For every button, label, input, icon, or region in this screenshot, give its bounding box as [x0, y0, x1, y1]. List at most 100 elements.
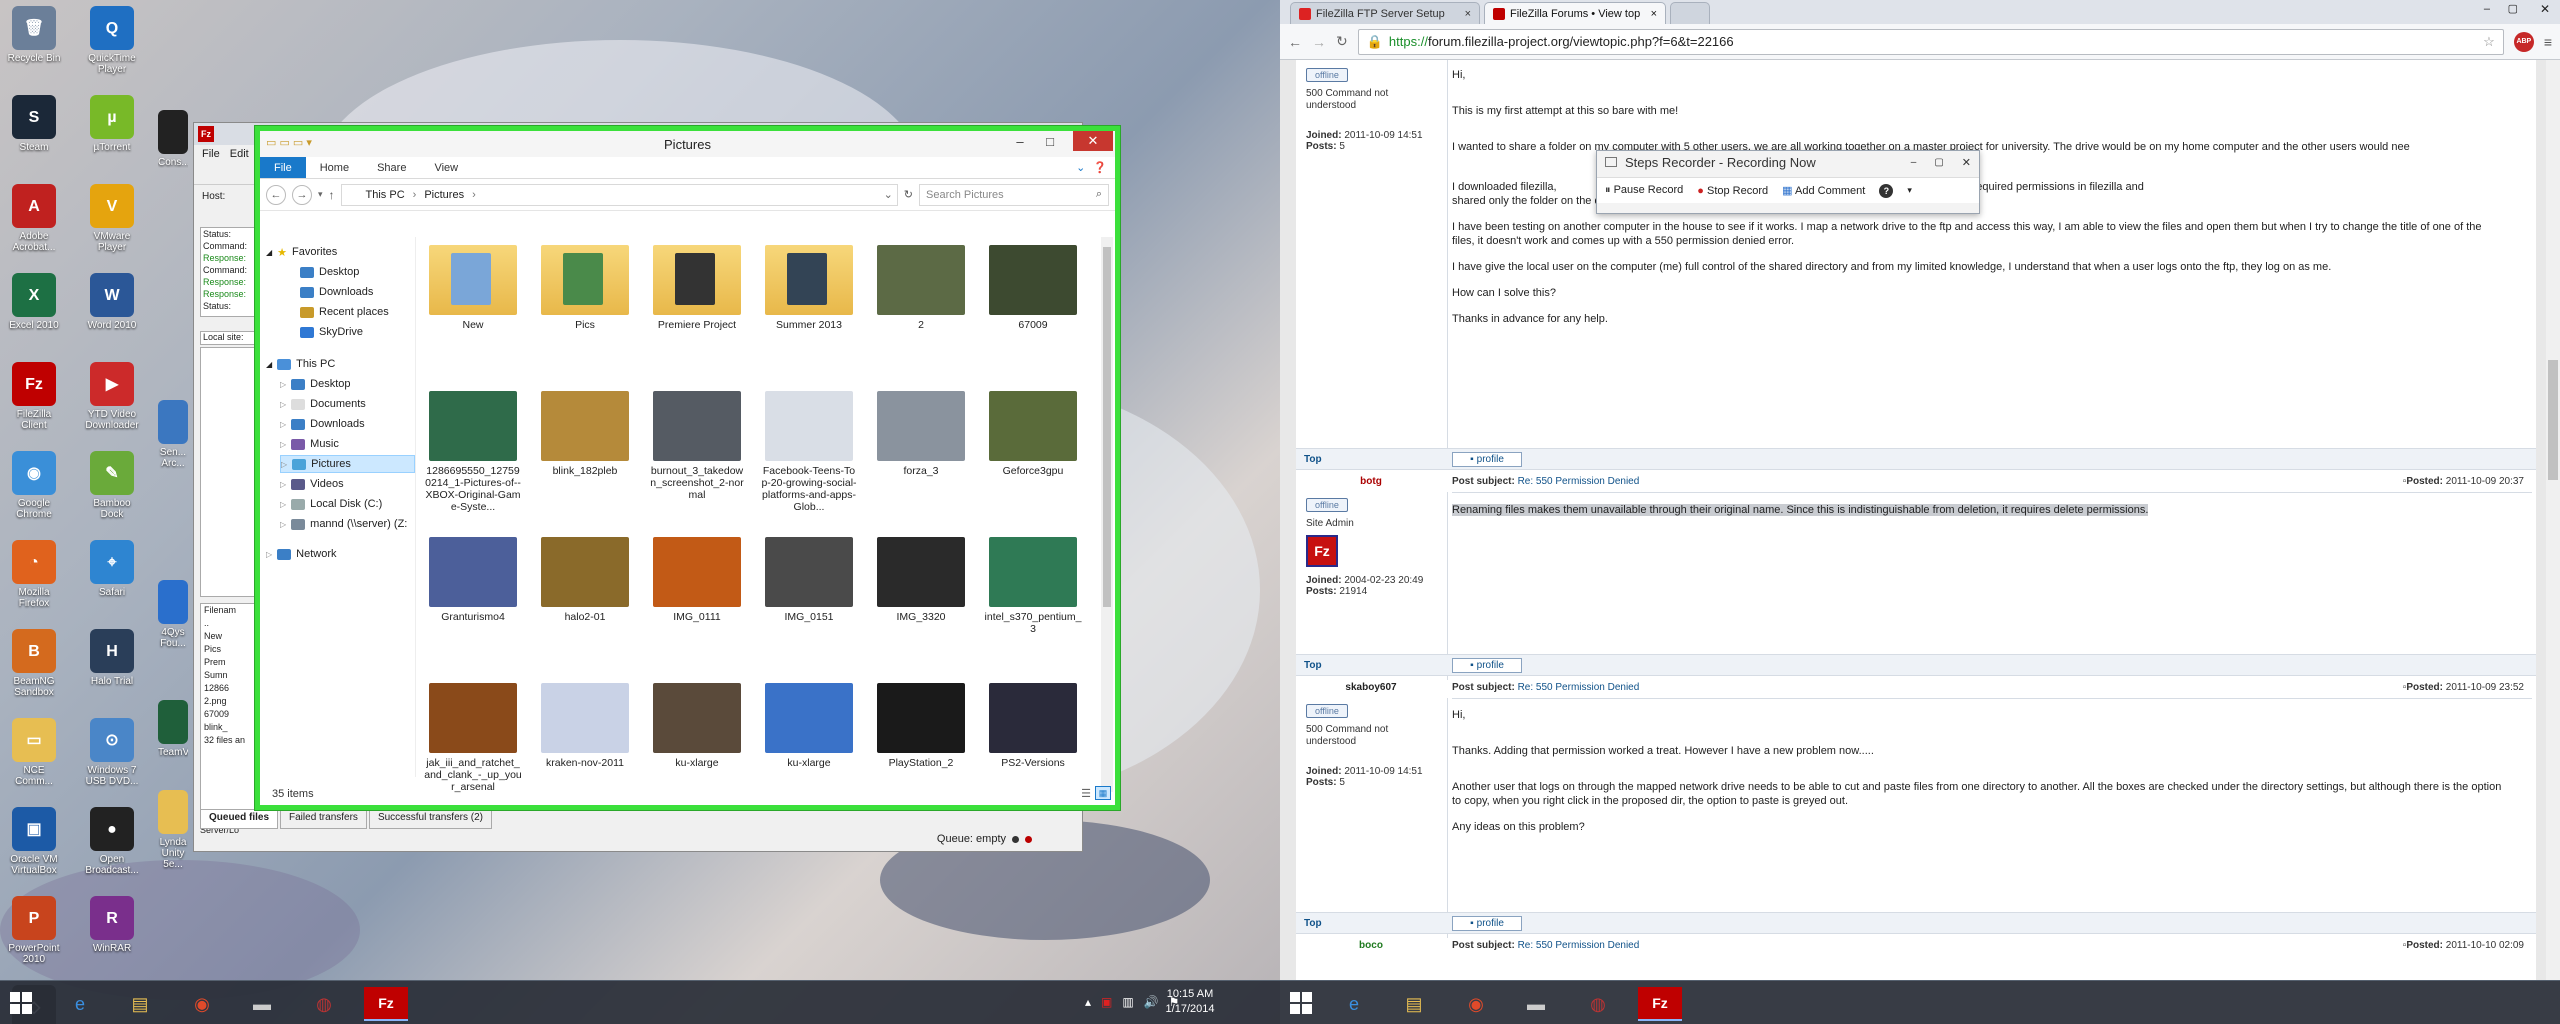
- desktop-icon[interactable]: H Halo Trial: [84, 629, 140, 687]
- image-item[interactable]: 1286695550_127590214_1-Pictures-of--XBOX…: [424, 391, 522, 513]
- nav-desktop[interactable]: Desktop: [300, 263, 359, 281]
- page-scrollbar[interactable]: [2546, 60, 2560, 980]
- minimize-button[interactable]: –: [2484, 3, 2490, 15]
- close-button[interactable]: ✕: [1962, 156, 1971, 169]
- close-button[interactable]: ✕: [1073, 131, 1113, 151]
- desktop-icon[interactable]: A Adobe Acrobat...: [6, 184, 62, 253]
- tab-view[interactable]: View: [420, 157, 472, 178]
- add-comment-button[interactable]: ▦ Add Comment: [1782, 184, 1865, 197]
- up-button[interactable]: ↑: [329, 188, 335, 202]
- vertical-scrollbar[interactable]: [1101, 237, 1113, 792]
- post-author[interactable]: skaboy607: [1296, 682, 1446, 693]
- tab-successful-transfers[interactable]: Successful transfers (2): [368, 809, 492, 829]
- steps-recorder-icon[interactable]: ◍: [302, 987, 346, 1021]
- image-item[interactable]: Geforce3gpu: [984, 391, 1082, 477]
- filename-header[interactable]: Filenam: [204, 604, 255, 617]
- desktop-icon[interactable]: ▶ YTD Video Downloader: [84, 362, 140, 431]
- help-icon[interactable]: ❓: [1093, 161, 1107, 174]
- pause-record-button[interactable]: ⏸ Pause Record: [1605, 184, 1683, 197]
- tab-share[interactable]: Share: [363, 157, 420, 178]
- address-bar[interactable]: This PC › Pictures › ⌄: [340, 183, 898, 206]
- profile-button[interactable]: ▪ profile: [1452, 916, 1522, 931]
- nav-network-drive[interactable]: ▷ mannd (\\server) (Z:: [280, 515, 407, 533]
- desktop-icon-partial[interactable]: Sen... Arc...: [158, 400, 188, 469]
- bookmark-star-icon[interactable]: ☆: [2483, 34, 2503, 50]
- image-item[interactable]: jak_iii_and_ratchet_and_clank_-_up_your_…: [424, 683, 522, 793]
- menu-icon[interactable]: ≡: [2544, 34, 2552, 50]
- clock[interactable]: 10:15 AM 1/17/2014: [1160, 987, 1220, 1017]
- image-item[interactable]: 67009: [984, 245, 1082, 331]
- desktop-icon[interactable]: ⌖ Safari: [84, 540, 140, 598]
- nav-documents[interactable]: ▷ Documents: [280, 395, 366, 413]
- close-tab-icon[interactable]: ×: [1465, 8, 1471, 20]
- file-row[interactable]: 12866: [204, 682, 255, 695]
- desktop-icon[interactable]: 🗑 Recycle Bin: [6, 6, 62, 64]
- explorer-titlebar[interactable]: ▭ ▭ ▭ ▾ Pictures – □ ✕: [260, 131, 1115, 157]
- scroll-thumb[interactable]: [1103, 247, 1111, 607]
- desktop-icon[interactable]: ▣ Oracle VM VirtualBox: [6, 807, 62, 876]
- desktop-icon-partial[interactable]: Lynda Unity 5e...: [158, 790, 188, 870]
- network-icon[interactable]: ▥: [1122, 995, 1133, 1009]
- folder-item[interactable]: Premiere Project: [648, 245, 746, 331]
- image-item[interactable]: PS2-Versions: [984, 683, 1082, 769]
- volume-icon[interactable]: 🔊: [1144, 995, 1159, 1009]
- image-item[interactable]: Facebook-Teens-Top-20-growing-social-pla…: [760, 391, 858, 513]
- desktop-icon[interactable]: ⊙ Windows 7 USB DVD...: [84, 718, 140, 787]
- chrome-icon[interactable]: ◉: [1454, 987, 1498, 1021]
- image-item[interactable]: halo2-01: [536, 537, 634, 623]
- maximize-button[interactable]: ▢: [1934, 157, 1943, 168]
- nav-music[interactable]: ▷ Music: [280, 435, 339, 453]
- minimize-button[interactable]: –: [1911, 157, 1917, 168]
- adblock-icon[interactable]: ABP: [2513, 31, 2534, 52]
- desktop-icon[interactable]: P PowerPoint 2010: [6, 896, 62, 965]
- nav-local-disk[interactable]: ▷ Local Disk (C:): [280, 495, 382, 513]
- nav-pc-downloads[interactable]: ▷ Downloads: [280, 415, 365, 433]
- top-link[interactable]: Top: [1304, 918, 1322, 929]
- nav-videos[interactable]: ▷ Videos: [280, 475, 344, 493]
- filezilla-tray-icon[interactable]: ▣: [1101, 995, 1112, 1009]
- image-item[interactable]: IMG_0151: [760, 537, 858, 623]
- nav-pictures[interactable]: ▷ Pictures: [280, 455, 415, 473]
- browser-tab-active[interactable]: FileZilla Forums • View top ×: [1484, 2, 1666, 24]
- file-row[interactable]: 67009: [204, 708, 255, 721]
- dropdown-icon[interactable]: ▾: [1907, 185, 1912, 196]
- profile-button[interactable]: ▪ profile: [1452, 658, 1522, 673]
- image-item[interactable]: PlayStation_2: [872, 683, 970, 769]
- nav-network[interactable]: ▷ Network: [266, 545, 337, 563]
- top-link[interactable]: Top: [1304, 660, 1322, 671]
- nav-pc-desktop[interactable]: ▷ Desktop: [280, 375, 351, 393]
- desktop-icon[interactable]: ◉ Google Chrome: [6, 451, 62, 520]
- nav-downloads[interactable]: Downloads: [300, 283, 373, 301]
- desktop-icon[interactable]: B BeamNG Sandbox: [6, 629, 62, 698]
- tab-failed-transfers[interactable]: Failed transfers: [280, 809, 367, 829]
- file-explorer-icon[interactable]: ▤: [1392, 987, 1436, 1021]
- back-button[interactable]: ←: [266, 184, 286, 205]
- file-row[interactable]: ..: [204, 617, 255, 630]
- forward-icon[interactable]: →: [1312, 34, 1326, 50]
- maximize-button[interactable]: ▢: [2508, 2, 2518, 15]
- desktop-icon[interactable]: ✎ Bamboo Dock: [84, 451, 140, 520]
- local-tree[interactable]: [200, 347, 256, 597]
- folder-item[interactable]: Summer 2013: [760, 245, 858, 331]
- steps-recorder-window[interactable]: Steps Recorder - Recording Now – ▢ ✕ ⏸ P…: [1596, 150, 1980, 214]
- desktop-icon[interactable]: Fz FileZilla Client: [6, 362, 62, 431]
- folder-item[interactable]: Pics: [536, 245, 634, 331]
- recent-locations-icon[interactable]: ▾: [318, 189, 323, 200]
- menu-edit[interactable]: Edit: [230, 148, 249, 160]
- desktop-icon[interactable]: R WinRAR: [84, 896, 140, 954]
- file-row[interactable]: Pics: [204, 643, 255, 656]
- internet-explorer-icon[interactable]: e: [1332, 987, 1376, 1021]
- explorer-window[interactable]: ▭ ▭ ▭ ▾ Pictures – □ ✕ File Home Share V…: [255, 126, 1120, 810]
- nav-favorites[interactable]: ◢ ★ Favorites: [266, 243, 337, 261]
- large-icons-view-icon[interactable]: ▦: [1095, 786, 1111, 800]
- profile-button[interactable]: ▪ profile: [1452, 452, 1522, 467]
- image-item[interactable]: forza_3: [872, 391, 970, 477]
- reload-icon[interactable]: ↻: [1336, 33, 1348, 50]
- help-button[interactable]: ?: [1879, 183, 1894, 198]
- post-subject[interactable]: Re: 550 Permission Denied: [1518, 476, 1640, 487]
- file-explorer-icon[interactable]: ▤: [118, 987, 162, 1021]
- image-item[interactable]: intel_s370_pentium_3: [984, 537, 1082, 635]
- close-tab-icon[interactable]: ×: [1651, 8, 1657, 20]
- tray-expand-icon[interactable]: ▴: [1085, 995, 1091, 1009]
- file-row[interactable]: blink_: [204, 721, 255, 734]
